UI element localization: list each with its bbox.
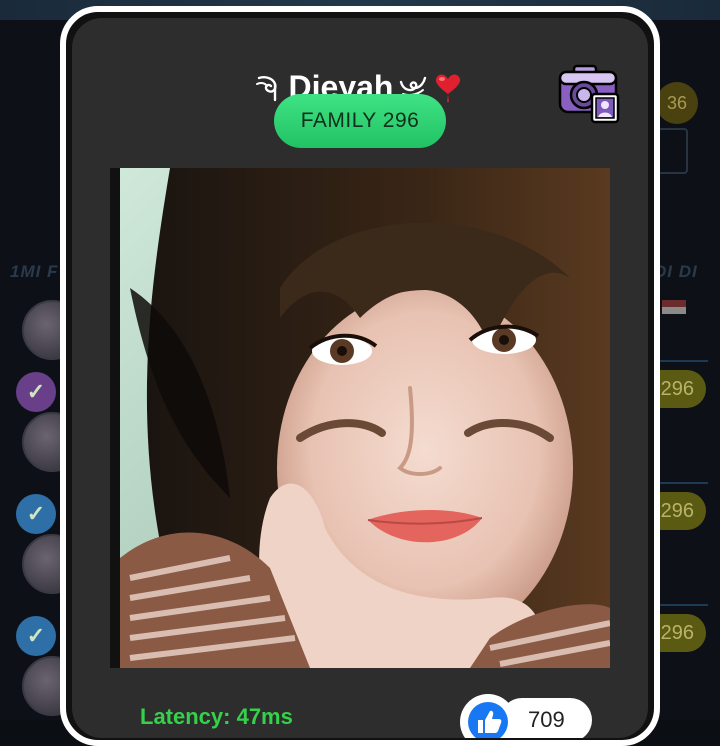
latency-text: Latency: 47ms [140, 704, 293, 729]
verified-check-icon: ✓ [16, 616, 56, 656]
profile-modal: Dieyah FAMILY 296 Latency: 47ms 709 [72, 18, 648, 738]
heart-icon [436, 74, 461, 102]
background-header-right: DI DI [654, 262, 698, 281]
background-count-badge[interactable]: 36 [656, 82, 698, 124]
verified-check-icon: ✓ [16, 372, 56, 412]
profile-photo[interactable] [110, 168, 610, 668]
like-count-value: 709 [528, 707, 565, 732]
verified-check-icon: ✓ [16, 494, 56, 534]
flag-icon [662, 300, 686, 314]
wing-swirl-icon [255, 76, 277, 102]
background-header-left: 1MI F [10, 262, 59, 281]
camera-icon[interactable] [558, 62, 620, 124]
family-badge[interactable]: FAMILY 296 [274, 94, 446, 148]
thumbs-up-icon[interactable] [460, 694, 516, 738]
